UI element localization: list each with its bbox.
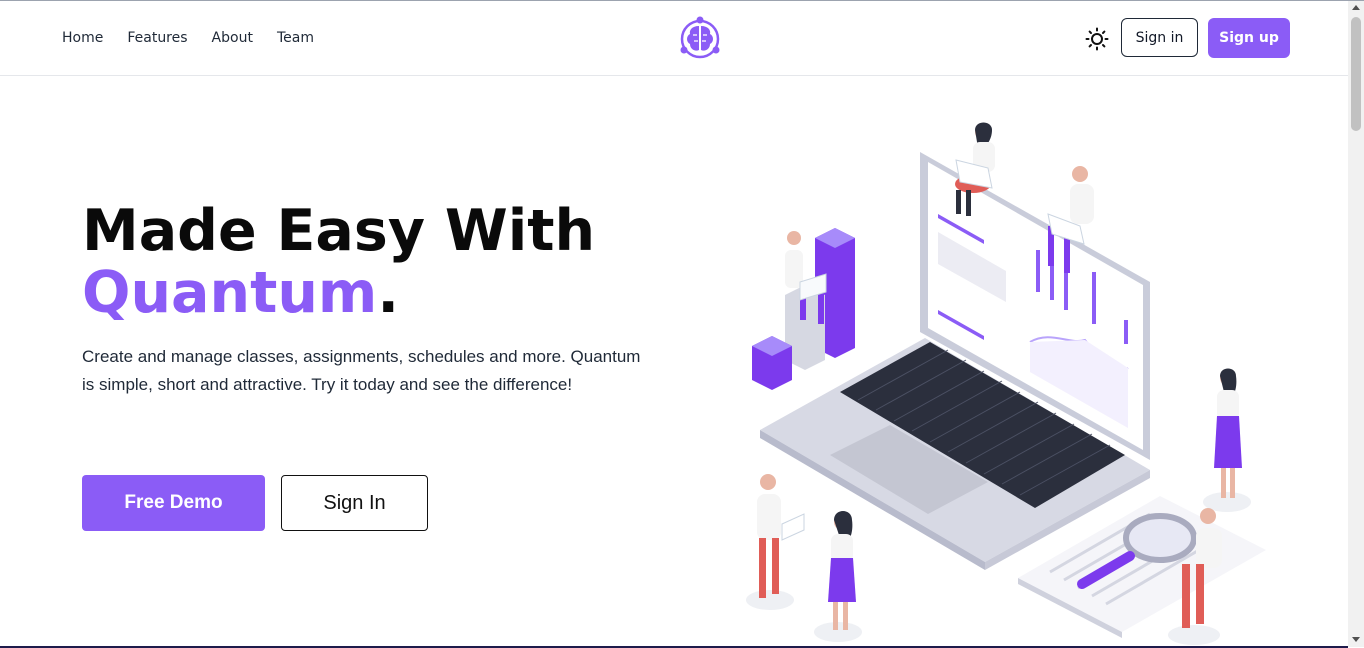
scroll-down-arrow-icon[interactable]: [1352, 637, 1360, 642]
brain-logo-icon[interactable]: [678, 15, 722, 61]
signin-button[interactable]: Sign in: [1121, 18, 1198, 57]
hero-title-accent: Quantum: [82, 260, 378, 326]
hero-title-line1: Made Easy With: [82, 198, 596, 264]
nav-links: Home Features About Team: [62, 30, 338, 46]
scroll-up-arrow-icon[interactable]: [1352, 5, 1360, 10]
nav-link-about[interactable]: About: [212, 30, 253, 46]
nav-link-home[interactable]: Home: [62, 30, 103, 46]
hero-title: Made Easy With Quantum.: [82, 200, 595, 324]
nav-link-features[interactable]: Features: [127, 30, 187, 46]
nav-link-team[interactable]: Team: [277, 30, 314, 46]
laptop-team-illustration: [746, 122, 1266, 645]
navbar: Home Features About Team Sign in Sign up: [0, 1, 1348, 76]
free-demo-button[interactable]: Free Demo: [82, 475, 265, 531]
hero-title-period: .: [377, 260, 399, 326]
hero-subtitle: Create and manage classes, assignments, …: [82, 347, 641, 394]
scrollbar[interactable]: [1348, 1, 1364, 647]
sun-icon[interactable]: [1085, 27, 1109, 51]
signup-button[interactable]: Sign up: [1208, 18, 1290, 58]
scrollbar-thumb[interactable]: [1351, 17, 1361, 131]
hero-signin-button[interactable]: Sign In: [281, 475, 428, 531]
